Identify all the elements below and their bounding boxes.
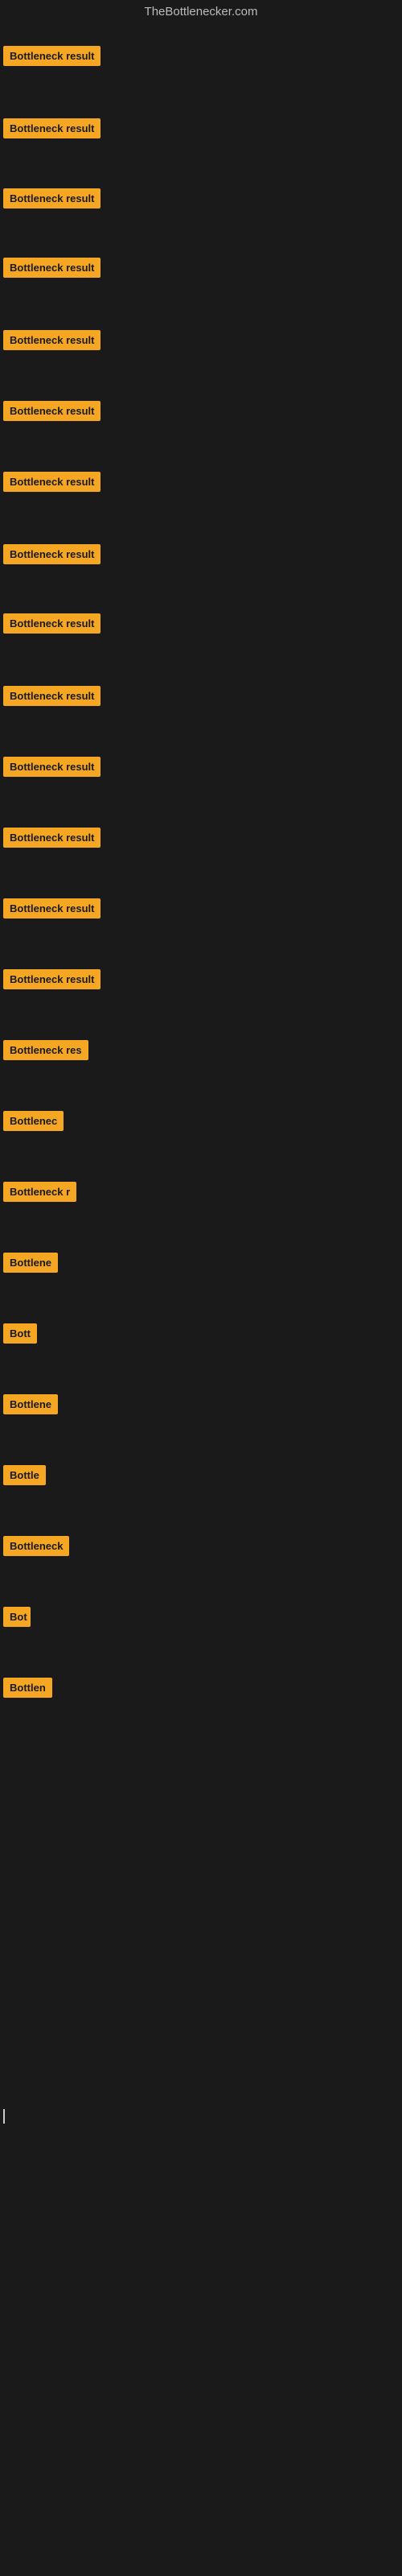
result-row-19[interactable]: Bott [3,1323,37,1348]
bottleneck-badge-8[interactable]: Bottleneck result [3,544,100,564]
bottleneck-badge-13[interactable]: Bottleneck result [3,898,100,919]
result-row-18[interactable]: Bottlene [3,1253,58,1277]
result-row-1[interactable]: Bottleneck result [3,46,100,70]
result-row-7[interactable]: Bottleneck result [3,472,100,496]
result-row-9[interactable]: Bottleneck result [3,613,100,638]
result-row-20[interactable]: Bottlene [3,1394,58,1418]
bottleneck-badge-3[interactable]: Bottleneck result [3,188,100,208]
result-row-16[interactable]: Bottlenec [3,1111,64,1135]
result-row-4[interactable]: Bottleneck result [3,258,100,282]
result-row-2[interactable]: Bottleneck result [3,118,100,142]
result-row-22[interactable]: Bottleneck [3,1536,69,1560]
bottleneck-badge-14[interactable]: Bottleneck result [3,969,100,989]
cursor-indicator [3,2109,5,2124]
bottleneck-badge-15[interactable]: Bottleneck res [3,1040,88,1060]
bottleneck-badge-9[interactable]: Bottleneck result [3,613,100,634]
result-row-23[interactable]: Bot [3,1607,31,1631]
bottleneck-badge-19[interactable]: Bott [3,1323,37,1344]
result-row-24[interactable]: Bottlen [3,1678,52,1702]
result-row-11[interactable]: Bottleneck result [3,757,100,781]
site-title-container: TheBottlenecker.com [0,0,402,24]
result-row-14[interactable]: Bottleneck result [3,969,100,993]
result-row-3[interactable]: Bottleneck result [3,188,100,213]
bottleneck-badge-2[interactable]: Bottleneck result [3,118,100,138]
bottleneck-badge-10[interactable]: Bottleneck result [3,686,100,706]
bottleneck-badge-6[interactable]: Bottleneck result [3,401,100,421]
result-row-15[interactable]: Bottleneck res [3,1040,88,1064]
bottleneck-badge-23[interactable]: Bot [3,1607,31,1627]
bottleneck-badge-1[interactable]: Bottleneck result [3,46,100,66]
bottleneck-badge-22[interactable]: Bottleneck [3,1536,69,1556]
result-row-6[interactable]: Bottleneck result [3,401,100,425]
bottleneck-badge-11[interactable]: Bottleneck result [3,757,100,777]
bottleneck-badge-24[interactable]: Bottlen [3,1678,52,1698]
bottleneck-badge-5[interactable]: Bottleneck result [3,330,100,350]
bottleneck-badge-20[interactable]: Bottlene [3,1394,58,1414]
result-row-21[interactable]: Bottle [3,1465,46,1489]
bottleneck-badge-17[interactable]: Bottleneck r [3,1182,76,1202]
bottleneck-badge-7[interactable]: Bottleneck result [3,472,100,492]
result-row-10[interactable]: Bottleneck result [3,686,100,710]
result-row-8[interactable]: Bottleneck result [3,544,100,568]
bottleneck-badge-12[interactable]: Bottleneck result [3,828,100,848]
bottleneck-badge-16[interactable]: Bottlenec [3,1111,64,1131]
site-title: TheBottlenecker.com [145,5,258,19]
bottleneck-badge-18[interactable]: Bottlene [3,1253,58,1273]
result-row-5[interactable]: Bottleneck result [3,330,100,354]
result-row-17[interactable]: Bottleneck r [3,1182,76,1206]
result-row-12[interactable]: Bottleneck result [3,828,100,852]
bottleneck-badge-21[interactable]: Bottle [3,1465,46,1485]
bottleneck-badge-4[interactable]: Bottleneck result [3,258,100,278]
result-row-13[interactable]: Bottleneck result [3,898,100,923]
